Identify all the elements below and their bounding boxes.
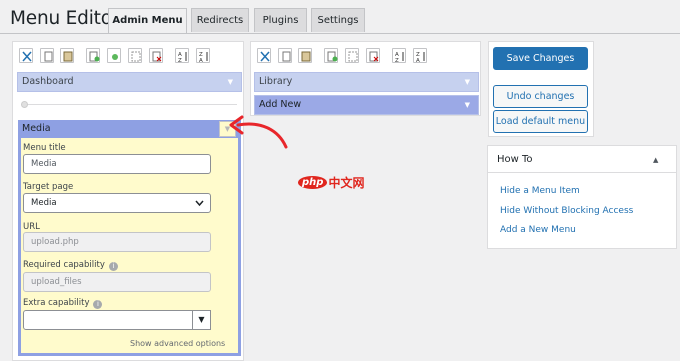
howto-link-hide-without-blocking[interactable]: Hide Without Blocking Access <box>500 206 633 216</box>
sort-desc-icon[interactable]: ZA <box>413 48 427 63</box>
menu-item-dashboard[interactable]: Dashboard ▼ <box>17 72 242 92</box>
tab-plugins[interactable]: Plugins <box>254 8 307 32</box>
page-title: Menu Editor <box>10 8 120 29</box>
target-page-select[interactable]: Media <box>23 193 211 213</box>
extra-capability-input[interactable] <box>23 310 193 330</box>
new-menu-icon[interactable] <box>86 48 100 63</box>
menu-item-label: Dashboard <box>22 76 74 87</box>
tab-settings[interactable]: Settings <box>311 8 365 32</box>
info-icon[interactable]: i <box>93 300 103 309</box>
load-default-menu-button[interactable]: Load default menu <box>493 110 588 133</box>
watermark: php 中文网 <box>298 172 364 191</box>
url-label: URL <box>23 222 40 232</box>
howto-title: How To <box>497 154 533 165</box>
expand-arrow-icon[interactable]: ▼ <box>228 73 233 91</box>
sort-asc-icon[interactable]: AZ <box>175 48 189 63</box>
menu-title-label: Menu title <box>23 143 66 153</box>
tab-admin-menu[interactable]: Admin Menu <box>108 8 187 34</box>
php-logo: php <box>298 176 328 189</box>
copy-icon[interactable] <box>278 48 292 63</box>
menu-item-label: Library <box>259 76 293 87</box>
separator-line[interactable] <box>22 104 237 105</box>
new-menu-icon[interactable] <box>324 48 338 63</box>
svg-text:A: A <box>199 58 203 63</box>
required-capability-label: Required capability i <box>23 260 118 271</box>
cut-icon[interactable] <box>257 48 271 63</box>
sort-desc-icon[interactable]: ZA <box>196 48 210 63</box>
hide-icon[interactable] <box>128 48 142 63</box>
submenu-item-library[interactable]: Library ▼ <box>254 72 479 92</box>
collapse-up-icon[interactable]: ▲ <box>653 156 658 164</box>
expand-arrow-icon[interactable]: ▼ <box>465 96 470 114</box>
tab-redirects[interactable]: Redirects <box>191 8 249 32</box>
required-capability-input[interactable]: upload_files <box>23 272 211 292</box>
hide-icon[interactable] <box>345 48 359 63</box>
sort-asc-icon[interactable]: AZ <box>392 48 406 63</box>
tab-divider <box>0 33 680 34</box>
new-separator-icon[interactable] <box>107 48 121 63</box>
chevron-down-icon <box>195 200 204 207</box>
target-page-value: Media <box>31 198 57 208</box>
svg-text:A: A <box>416 58 420 63</box>
undo-changes-button[interactable]: Undo changes <box>493 85 588 108</box>
svg-text:Z: Z <box>178 58 182 63</box>
extra-capability-label: Extra capability i <box>23 298 103 309</box>
svg-text:Z: Z <box>395 58 399 63</box>
extra-capability-dropdown-icon[interactable]: ▼ <box>192 310 211 330</box>
howto-link-add-new-menu[interactable]: Add a New Menu <box>500 225 576 235</box>
info-icon[interactable]: i <box>108 262 118 271</box>
separator-handle[interactable] <box>21 101 28 108</box>
extra-capability-text: Extra capability <box>23 298 90 308</box>
menu-item-label: Media <box>22 123 51 134</box>
delete-icon[interactable] <box>366 48 380 63</box>
target-page-label: Target page <box>23 182 74 192</box>
annotation-arrow <box>229 115 288 149</box>
required-capability-text: Required capability <box>23 260 105 270</box>
menu-title-input[interactable]: Media <box>23 154 211 174</box>
watermark-text: 中文网 <box>328 176 365 190</box>
menu-item-label: Add New <box>259 99 302 110</box>
expand-arrow-icon[interactable]: ▼ <box>465 73 470 91</box>
delete-icon[interactable] <box>149 48 163 63</box>
paste-icon[interactable] <box>60 48 74 63</box>
submenu-item-add-new[interactable]: Add New ▼ <box>254 95 479 115</box>
show-advanced-link[interactable]: Show advanced options <box>130 339 225 348</box>
howto-link-hide-item[interactable]: Hide a Menu Item <box>500 186 580 196</box>
url-input[interactable]: upload.php <box>23 232 211 252</box>
paste-icon[interactable] <box>298 48 312 63</box>
menu-item-media[interactable]: Media <box>18 120 241 138</box>
copy-icon[interactable] <box>40 48 54 63</box>
save-changes-button[interactable]: Save Changes <box>493 47 588 70</box>
cut-icon[interactable] <box>19 48 33 63</box>
howto-divider <box>488 172 676 173</box>
